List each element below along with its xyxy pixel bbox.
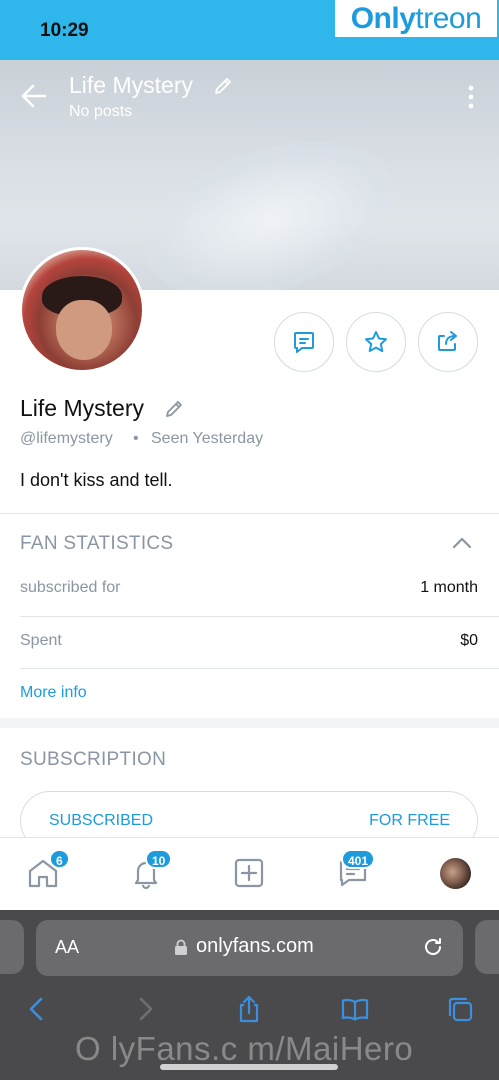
lock-icon	[175, 939, 187, 955]
home-badge: 6	[49, 849, 70, 869]
star-icon	[365, 331, 387, 353]
share-icon	[438, 331, 457, 351]
section-separator	[0, 718, 499, 728]
row-divider	[20, 616, 499, 617]
profile-avatar[interactable]	[19, 247, 145, 373]
watermark-text: O lyFans.c m/MaiHero	[75, 1030, 414, 1067]
address-bar[interactable]: AA onlyfans.com	[36, 920, 463, 976]
next-tab-preview[interactable]	[475, 920, 499, 974]
browser-forward-icon[interactable]	[130, 994, 160, 1024]
reload-icon[interactable]	[422, 936, 444, 958]
header-subtitle: No posts	[69, 103, 133, 120]
bottom-nav: 6 10 401	[0, 837, 499, 910]
tabs-icon[interactable]	[445, 994, 475, 1024]
browser-share-icon[interactable]	[234, 994, 264, 1024]
subscription-status: SUBSCRIBED	[49, 812, 154, 829]
bookmarks-icon[interactable]	[340, 994, 370, 1024]
section-divider	[0, 513, 499, 514]
status-time: 10:29	[40, 20, 89, 41]
favorite-button[interactable]	[346, 312, 406, 372]
prev-tab-preview[interactable]	[0, 920, 24, 974]
row-divider	[20, 668, 499, 669]
back-arrow-icon[interactable]	[20, 82, 48, 110]
messages-badge: 401	[341, 849, 376, 869]
plus-square-icon[interactable]	[232, 856, 266, 890]
fan-statistics-title: FAN STATISTICS	[20, 533, 174, 554]
watermark-brand-b: treon	[415, 1, 482, 35]
subscription-price: FOR FREE	[369, 812, 450, 829]
pencil-icon[interactable]	[212, 75, 234, 97]
watermark-brand-a: Only	[350, 1, 416, 35]
stat-label-subscribed: subscribed for	[20, 579, 121, 596]
stat-label-spent: Spent	[20, 632, 62, 649]
profile-name: Life Mystery	[20, 395, 144, 421]
message-button[interactable]	[274, 312, 334, 372]
share-button[interactable]	[418, 312, 478, 372]
stat-value-spent: $0	[460, 632, 478, 649]
browser-back-icon[interactable]	[22, 994, 52, 1024]
text-size-button[interactable]: AA	[55, 937, 79, 958]
url-text: onlyfans.com	[196, 935, 314, 957]
notifications-badge: 10	[145, 849, 173, 869]
watermark-logo: Only treon	[335, 0, 497, 37]
profile-handle: @lifemystery	[20, 430, 113, 447]
header-title: Life Mystery	[69, 72, 193, 98]
cover-graphic	[124, 113, 416, 290]
pencil-icon[interactable]	[163, 398, 185, 420]
profile-bio: I don't kiss and tell.	[20, 470, 173, 490]
separator-dot: •	[133, 430, 139, 447]
subscription-title: SUBSCRIPTION	[20, 749, 167, 770]
message-icon	[294, 332, 314, 353]
chevron-up-icon[interactable]	[451, 532, 473, 554]
last-seen: Seen Yesterday	[151, 430, 264, 447]
more-info-link[interactable]: More info	[20, 684, 87, 702]
home-indicator	[160, 1064, 338, 1070]
avatar-face-shape	[56, 300, 112, 360]
stat-value-subscribed: 1 month	[420, 579, 478, 596]
nav-profile-avatar[interactable]	[440, 858, 471, 889]
kebab-icon[interactable]	[462, 84, 480, 110]
